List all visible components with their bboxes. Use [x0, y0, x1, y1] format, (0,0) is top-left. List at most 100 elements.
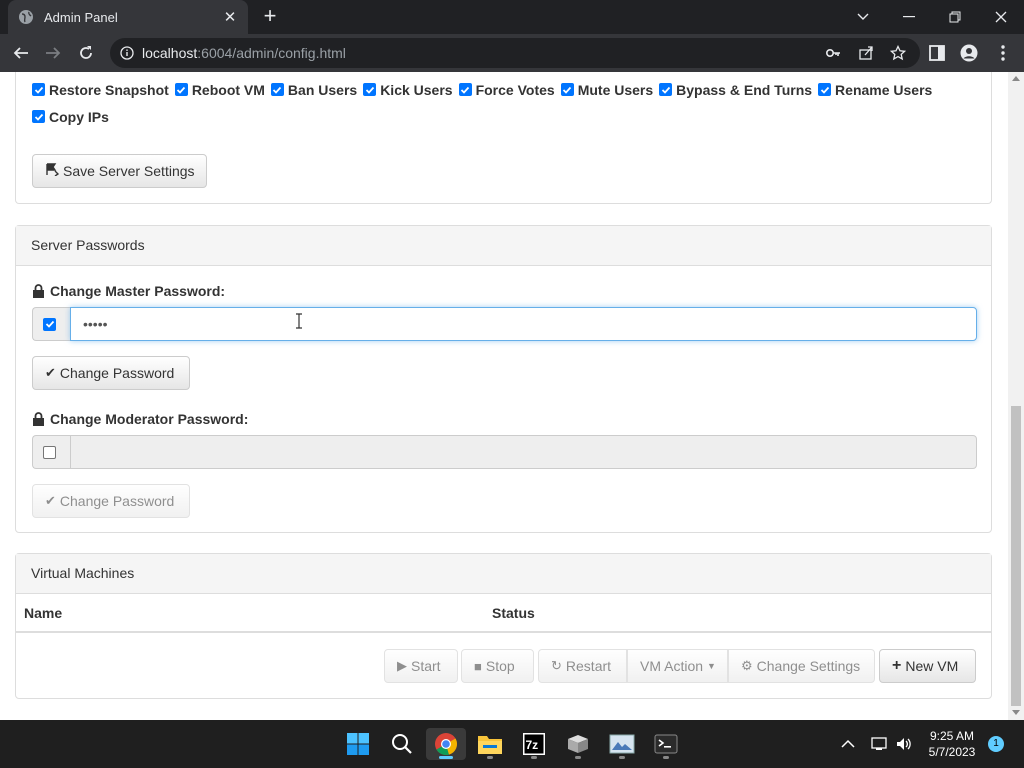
restart-vm-button[interactable]: ↻ Restart [538, 649, 627, 683]
restore-button[interactable] [932, 0, 978, 34]
page-scrollbar[interactable] [1008, 72, 1024, 720]
taskbar-7zip[interactable]: 7z [514, 728, 554, 760]
permission-item[interactable]: Mute Users [560, 76, 653, 103]
permission-item[interactable]: Rename Users [818, 76, 932, 103]
master-password-input[interactable] [70, 307, 977, 341]
save-server-settings-label: Save Server Settings [63, 163, 195, 179]
caret-down-icon: ▼ [707, 661, 716, 671]
permission-checkbox[interactable] [270, 83, 284, 96]
menu-dots-icon[interactable] [994, 44, 1012, 62]
master-password-toggle[interactable] [32, 307, 70, 341]
permissions-list: Restore Snapshot Reboot VM Ban Users Kick U… [32, 76, 972, 130]
browser-toolbar: localhost:6004/admin/config.html [0, 34, 1024, 72]
save-server-settings-button[interactable]: Save Server Settings [32, 154, 207, 188]
permission-item[interactable]: Ban Users [270, 76, 357, 103]
permission-checkbox[interactable] [560, 83, 574, 96]
address-bar[interactable]: localhost:6004/admin/config.html [110, 38, 920, 68]
table-divider [16, 631, 991, 633]
tab-title: Admin Panel [44, 9, 118, 25]
close-tab-icon[interactable]: ✕ [222, 8, 238, 26]
forward-button[interactable] [42, 42, 64, 64]
taskbar-terminal[interactable] [646, 728, 686, 760]
svg-text:7z: 7z [526, 738, 539, 752]
taskbar-package-app[interactable] [558, 728, 598, 760]
reload-icon [80, 46, 92, 59]
virtual-machines-heading: Virtual Machines [16, 554, 991, 594]
permission-label: Restore Snapshot [49, 81, 169, 98]
side-panel-icon[interactable] [928, 44, 946, 62]
taskbar-search-button[interactable] [382, 728, 422, 760]
page-content: Restore Snapshot Reboot VM Ban Users Kick U… [0, 72, 1008, 720]
change-settings-button[interactable]: ⚙ Change Settings [728, 649, 875, 683]
save-flag-icon [45, 163, 60, 179]
permission-checkbox[interactable] [32, 83, 45, 96]
notification-badge[interactable]: 1 [988, 736, 1004, 752]
taskbar-chrome[interactable] [426, 728, 466, 760]
share-icon[interactable] [858, 45, 874, 61]
permission-checkbox[interactable] [363, 83, 377, 96]
start-button[interactable] [338, 728, 378, 760]
permission-label: Bypass & End Turns [676, 81, 813, 98]
moderator-password-input[interactable] [70, 435, 977, 469]
moderator-password-checkbox[interactable] [43, 445, 56, 459]
permission-checkbox[interactable] [818, 83, 832, 96]
permission-item[interactable]: Force Votes [458, 76, 555, 103]
moderator-password-toggle[interactable] [32, 435, 70, 469]
new-vm-button[interactable]: + New VM [879, 649, 976, 683]
network-icon[interactable] [870, 735, 888, 753]
stop-vm-button[interactable]: ■ Stop [461, 649, 534, 683]
system-clock[interactable]: 9:25 AM 5/7/2023 [920, 728, 984, 760]
chevron-up-icon[interactable] [839, 735, 857, 753]
key-icon[interactable] [825, 45, 841, 61]
restart-icon: ↻ [551, 658, 562, 673]
windows-start-icon [347, 733, 369, 755]
profile-icon[interactable] [960, 44, 978, 62]
volume-icon[interactable] [895, 735, 913, 753]
permission-item[interactable]: Reboot VM [174, 76, 265, 103]
master-password-checkbox[interactable] [43, 317, 56, 331]
taskbar-photo-app[interactable] [602, 728, 642, 760]
back-button[interactable] [10, 42, 32, 64]
browser-tab[interactable]: Admin Panel ✕ [8, 0, 248, 34]
server-settings-panel: Restore Snapshot Reboot VM Ban Users Kick U… [15, 72, 992, 204]
new-tab-button[interactable]: + [260, 5, 280, 27]
package-icon [568, 735, 588, 753]
url-text: localhost:6004/admin/config.html [142, 45, 346, 61]
minimize-button[interactable] [886, 0, 932, 34]
start-vm-button[interactable]: ▶ Start [384, 649, 458, 683]
permission-item[interactable]: Kick Users [363, 76, 453, 103]
vm-action-dropdown[interactable]: VM Action ▼ [627, 649, 728, 683]
permission-label: Copy IPs [49, 108, 109, 125]
scroll-down-icon[interactable] [1012, 710, 1020, 715]
scrollbar-thumb[interactable] [1011, 406, 1021, 706]
star-icon[interactable] [890, 45, 906, 61]
permission-label: Reboot VM [191, 81, 265, 98]
permission-checkbox[interactable] [32, 110, 45, 123]
permission-checkbox[interactable] [174, 83, 188, 96]
permission-checkbox[interactable] [659, 83, 673, 96]
clock-time: 9:25 AM [929, 729, 975, 743]
text-cursor-icon [296, 313, 302, 329]
change-moderator-password-button[interactable]: ✔ Change Password [32, 484, 190, 518]
permission-item[interactable]: Restore Snapshot [32, 76, 169, 103]
clock-date: 5/7/2023 [928, 745, 976, 759]
tab-search-icon[interactable] [840, 0, 886, 34]
permission-item[interactable]: Copy IPs [32, 103, 109, 130]
stop-icon: ■ [474, 658, 482, 674]
close-window-button[interactable] [978, 0, 1024, 34]
browser-titlebar: Admin Panel ✕ + [0, 0, 1024, 34]
checkmark-icon: ✔ [45, 365, 56, 380]
change-master-password-button[interactable]: ✔ Change Password [32, 356, 190, 390]
moderator-password-group [32, 435, 977, 469]
info-icon[interactable] [120, 46, 134, 60]
taskbar-file-explorer[interactable] [470, 728, 510, 760]
globe-icon [19, 10, 33, 24]
virtual-machines-panel: Virtual Machines Name Status ▶ Start ■ S… [15, 553, 992, 699]
master-password-label: Change Master Password: [32, 283, 225, 299]
permission-label: Rename Users [835, 81, 933, 98]
permission-checkbox[interactable] [458, 83, 472, 96]
scroll-up-icon[interactable] [1012, 76, 1020, 81]
reload-button[interactable] [75, 42, 97, 64]
permission-item[interactable]: Bypass & End Turns [659, 76, 812, 103]
checkmark-icon: ✔ [45, 493, 56, 508]
